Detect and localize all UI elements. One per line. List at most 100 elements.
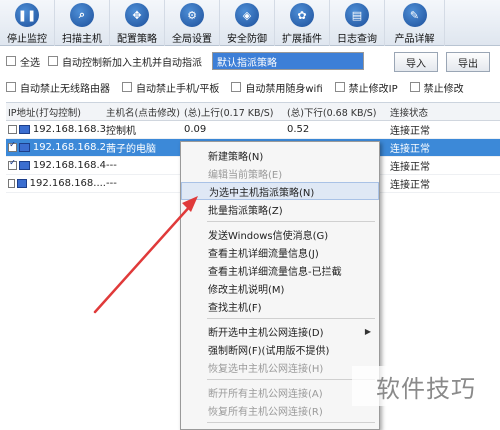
menu-item-11[interactable]: 断开选中主机公网连接(D) ▶ <box>181 322 379 340</box>
menu-item-label: 断开选中主机公网连接(D) <box>208 327 324 339</box>
toolbar-button-0[interactable]: ❚❚ 停止监控 <box>0 0 55 46</box>
menu-item-9[interactable]: 查找主机(F) <box>181 297 379 315</box>
row-checkbox[interactable] <box>8 125 17 134</box>
toolbar-button-7[interactable]: ✎ 产品详解 <box>385 0 445 46</box>
toolbar-button-label: 停止监控 <box>7 34 47 45</box>
menu-item-12[interactable]: 强制断网(F)(试用版不提供) <box>181 340 379 358</box>
toolbar-button-label: 安全防御 <box>227 34 267 45</box>
row-checkbox[interactable] <box>8 160 17 170</box>
computer-icon <box>18 161 30 170</box>
menu-item-label: 查看主机详细流量信息-已拦截 <box>208 266 342 278</box>
menu-item-6[interactable]: 查看主机详细流量信息(J) <box>181 243 379 261</box>
option-label: 自动禁止无线路由器 <box>20 83 110 95</box>
auto-control-option[interactable]: 自动控制新加入主机并自动指派 <box>48 54 202 69</box>
option-checkbox[interactable] <box>334 82 345 92</box>
menu-item-label: 为选中主机指派策略(N) <box>209 187 315 199</box>
policy-select[interactable]: 默认指派策略 <box>212 52 364 70</box>
option-3[interactable]: 禁止修改IP <box>334 80 398 95</box>
plugin-icon: ✿ <box>290 3 314 27</box>
header-upload[interactable]: (总)上行(0.17 KB/S) <box>184 105 287 119</box>
header-state[interactable]: 连接状态 <box>390 105 480 119</box>
computer-icon <box>18 125 30 134</box>
menu-item-3[interactable]: 批量指派策略(Z) <box>181 200 379 218</box>
menu-item-18[interactable]: 控制全部主机(L) <box>181 426 379 430</box>
import-button[interactable]: 导入 <box>394 52 438 72</box>
main-toolbar: ❚❚ 停止监控 ⌕ 扫描主机 ✥ 配置策略 ⚙ 全局设置 ◈ 安全防御 ✿ 扩展插件 ▤ 日志查询 ✎ 产品详… <box>0 0 500 46</box>
menu-separator <box>207 422 375 423</box>
select-all-option[interactable]: 全选 <box>6 54 40 69</box>
cell-name[interactable]: 茜子的电脑 <box>106 140 184 155</box>
cell-ip: 192.168.168.3 <box>6 124 106 135</box>
menu-item-2[interactable]: 为选中主机指派策略(N) <box>181 182 379 200</box>
auto-control-checkbox[interactable] <box>48 56 58 66</box>
menu-item-label: 发送Windows信使消息(G) <box>208 230 329 242</box>
log-icon: ▤ <box>345 3 369 27</box>
cell-state: 连接正常 <box>390 162 430 173</box>
ip-text: 192.168.168.3 <box>32 124 106 135</box>
menu-separator <box>207 221 375 222</box>
options-row-2: 自动禁止无线路由器 自动禁止手机/平板 自动禁用随身wifi 禁止修改IP 禁止修改 <box>0 78 500 96</box>
toolbar-button-label: 扩展插件 <box>282 34 322 45</box>
submenu-arrow-icon: ▶ <box>364 326 371 336</box>
toolbar-button-1[interactable]: ⌕ 扫描主机 <box>55 0 110 46</box>
menu-item-15: 断开所有主机公网连接(A) <box>181 383 379 401</box>
product-icon: ✎ <box>402 3 427 27</box>
toolbar-button-5[interactable]: ✿ 扩展插件 <box>275 0 330 46</box>
computer-icon <box>18 143 30 152</box>
cell-state: 连接正常 <box>390 144 430 155</box>
menu-item-label: 修改主机说明(M) <box>208 284 285 296</box>
menu-item-0[interactable]: 新建策略(N) <box>181 146 379 164</box>
option-checkbox[interactable] <box>122 82 132 92</box>
option-1[interactable]: 自动禁止手机/平板 <box>122 80 219 95</box>
option-label: 禁止修改IP <box>348 83 398 95</box>
ip-text: 192.168.168.4 <box>32 160 106 171</box>
header-name[interactable]: 主机名(点击修改) <box>106 105 184 119</box>
option-4[interactable]: 禁止修改 <box>409 80 464 95</box>
table-row[interactable]: 192.168.168.3 控制机 0.09 0.52 连接正常 <box>6 121 500 139</box>
row-checkbox[interactable] <box>8 179 16 188</box>
cell-ip: 192.168.168.... <box>6 178 106 189</box>
menu-item-label: 查看主机详细流量信息(J) <box>208 248 319 260</box>
toolbar-button-3[interactable]: ⚙ 全局设置 <box>165 0 220 46</box>
menu-item-label: 批量指派策略(Z) <box>208 205 283 217</box>
ip-text: 192.168.168.2 <box>32 142 106 153</box>
toolbar-button-label: 全局设置 <box>172 34 212 45</box>
auto-control-label: 自动控制新加入主机并自动指派 <box>62 57 202 69</box>
cell-ip: 192.168.168.4 <box>6 160 106 171</box>
header-ip[interactable]: IP地址(打勾控制) <box>6 105 106 119</box>
menu-separator <box>207 318 375 319</box>
option-2[interactable]: 自动禁用随身wifi <box>231 80 323 95</box>
menu-item-8[interactable]: 修改主机说明(M) <box>181 279 379 297</box>
toolbar-button-6[interactable]: ▤ 日志查询 <box>330 0 385 46</box>
cell-upload: 0.09 <box>184 124 207 135</box>
cell-download: 0.52 <box>287 124 310 135</box>
toolbar-button-2[interactable]: ✥ 配置策略 <box>110 0 165 46</box>
cell-name[interactable]: --- <box>106 160 184 171</box>
toolbar-button-4[interactable]: ◈ 安全防御 <box>220 0 275 46</box>
menu-item-label: 恢复选中主机公网连接(H) <box>208 363 324 375</box>
option-checkbox[interactable] <box>231 82 242 92</box>
menu-item-7[interactable]: 查看主机详细流量信息-已拦截 <box>181 261 379 279</box>
cell-ip: 192.168.168.2 <box>6 142 106 153</box>
option-checkbox[interactable] <box>409 82 420 92</box>
export-button[interactable]: 导出 <box>446 52 490 72</box>
cell-name[interactable]: 控制机 <box>106 122 184 137</box>
watermark: 软件技巧 <box>352 366 500 406</box>
option-0[interactable]: 自动禁止无线路由器 <box>6 80 110 95</box>
menu-item-16: 恢复所有主机公网连接(R) <box>181 401 379 419</box>
computer-icon <box>17 179 27 188</box>
option-label: 自动禁用随身wifi <box>245 83 323 95</box>
menu-item-label: 编辑当前策略(E) <box>208 169 283 181</box>
menu-item-5[interactable]: 发送Windows信使消息(G) <box>181 225 379 243</box>
menu-item-label: 强制断网(F)(试用版不提供) <box>208 345 330 357</box>
config-icon: ✥ <box>125 3 149 27</box>
option-checkbox[interactable] <box>6 82 16 92</box>
cell-name[interactable]: --- <box>106 178 184 189</box>
select-all-checkbox[interactable] <box>6 56 16 66</box>
header-download[interactable]: (总)下行(0.68 KB/S) <box>287 105 390 119</box>
menu-item-1: 编辑当前策略(E) <box>181 164 379 182</box>
menu-item-13: 恢复选中主机公网连接(H) <box>181 358 379 376</box>
row-checkbox[interactable] <box>8 142 17 152</box>
menu-separator <box>207 379 375 380</box>
menu-item-label: 查找主机(F) <box>208 302 262 314</box>
